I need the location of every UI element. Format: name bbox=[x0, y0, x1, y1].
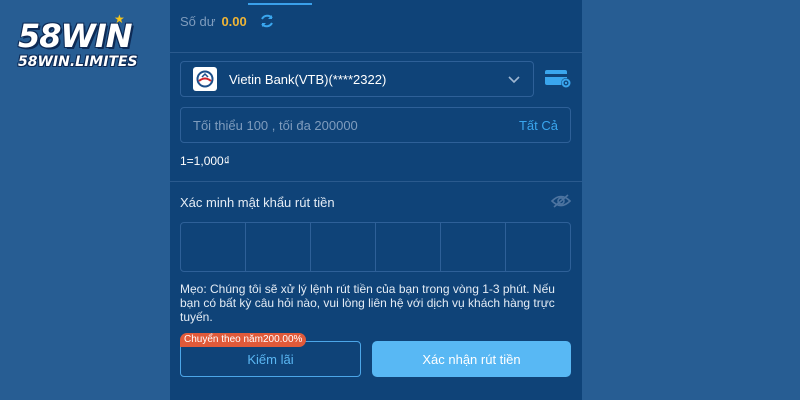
withdraw-panel: Số dư 0.00 Vietin Bank(VTB)(****2322) Tố… bbox=[170, 0, 582, 400]
balance-value: 0.00 bbox=[221, 13, 247, 29]
bank-name: Vietin Bank(VTB)(****2322) bbox=[229, 71, 387, 87]
eye-hidden-icon[interactable] bbox=[551, 193, 571, 209]
balance-label: Số dư bbox=[180, 13, 216, 29]
confirm-withdraw-button[interactable]: Xác nhận rút tiền bbox=[372, 341, 571, 377]
pin-digit-cell[interactable] bbox=[311, 223, 376, 271]
pin-digit-cell[interactable] bbox=[181, 223, 246, 271]
annual-rate-badge: Chuyển theo năm200.00% bbox=[180, 333, 307, 347]
refresh-icon[interactable] bbox=[259, 13, 275, 29]
chevron-down-icon bbox=[508, 76, 520, 84]
all-amount-button[interactable]: Tất Cả bbox=[519, 118, 558, 133]
amount-input[interactable] bbox=[193, 117, 513, 133]
withdraw-amount-field[interactable]: Tất Cả bbox=[180, 107, 571, 143]
divider bbox=[170, 52, 582, 53]
pin-digit-cell[interactable] bbox=[376, 223, 441, 271]
brand-logo: ★ 58WIN 58WIN.LIMITES bbox=[18, 12, 138, 70]
pin-digit-cell[interactable] bbox=[506, 223, 570, 271]
card-settings-icon[interactable] bbox=[544, 67, 572, 89]
verify-password-label: Xác minh mật khẩu rút tiền bbox=[180, 195, 335, 210]
divider bbox=[170, 181, 582, 182]
withdraw-pin-input[interactable] bbox=[180, 222, 571, 272]
balance-row: Số dư 0.00 bbox=[180, 13, 275, 29]
exchange-rate: 1=1,000₫ bbox=[180, 154, 230, 168]
bank-select[interactable]: Vietin Bank(VTB)(****2322) bbox=[180, 61, 534, 97]
vietinbank-logo bbox=[193, 67, 217, 91]
pin-digit-cell[interactable] bbox=[441, 223, 506, 271]
logo-sub-text: 58WIN.LIMITES bbox=[18, 54, 138, 70]
pin-digit-cell[interactable] bbox=[246, 223, 311, 271]
withdraw-tip: Mẹo: Chúng tôi sẽ xử lý lệnh rút tiền củ… bbox=[180, 282, 555, 324]
star-icon: ★ bbox=[114, 12, 125, 26]
active-tab-indicator bbox=[248, 3, 312, 5]
